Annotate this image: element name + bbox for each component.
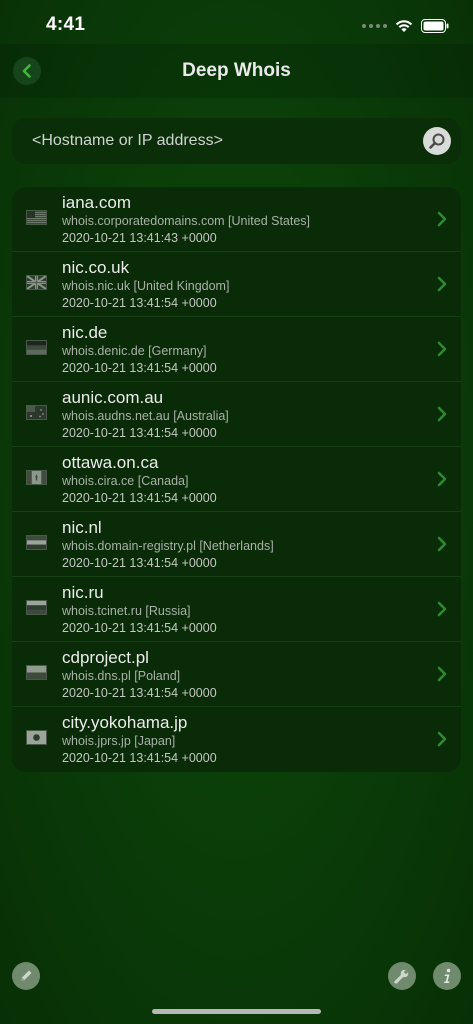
list-item[interactable]: nic.co.uk whois.nic.uk [United Kingdom] … xyxy=(12,252,461,317)
nav-bar: Deep Whois xyxy=(0,44,473,98)
domain-name: aunic.com.au xyxy=(62,388,164,407)
list-item[interactable]: cdproject.pl whois.dns.pl [Poland] 2020-… xyxy=(12,642,461,707)
list-item[interactable]: nic.ru whois.tcinet.ru [Russia] 2020-10-… xyxy=(12,577,461,642)
signal-dots-icon xyxy=(362,24,387,28)
us-flag-icon xyxy=(26,210,47,225)
chevron-right-icon xyxy=(437,601,447,617)
lookup-date: 2020-10-21 13:41:54 +0000 xyxy=(62,361,217,375)
domain-name: nic.ru xyxy=(62,583,104,602)
whois-server: whois.jprs.jp [Japan] xyxy=(62,734,176,748)
list-item[interactable]: city.yokohama.jp whois.jprs.jp [Japan] 2… xyxy=(12,707,461,772)
whois-server: whois.denic.de [Germany] xyxy=(62,344,207,358)
chevron-right-icon xyxy=(437,211,447,227)
search-button[interactable] xyxy=(423,127,451,155)
status-time: 4:41 xyxy=(46,14,86,35)
russia-flag-icon xyxy=(26,600,47,615)
whois-server: whois.nic.uk [United Kingdom] xyxy=(62,279,230,293)
edit-button[interactable] xyxy=(12,962,40,990)
home-indicator xyxy=(152,1009,321,1014)
status-icons xyxy=(362,16,449,36)
chevron-right-icon xyxy=(437,731,447,747)
uk-flag-icon xyxy=(26,275,47,290)
lookup-date: 2020-10-21 13:41:54 +0000 xyxy=(62,686,217,700)
chevron-right-icon xyxy=(437,341,447,357)
poland-flag-icon xyxy=(26,665,47,680)
germany-flag-icon xyxy=(26,340,47,355)
lookup-date: 2020-10-21 13:41:54 +0000 xyxy=(62,621,217,635)
magnifier-icon xyxy=(429,133,445,149)
whois-server: whois.corporatedomains.com [United State… xyxy=(62,214,311,228)
wrench-icon xyxy=(394,969,409,984)
domain-name: cdproject.pl xyxy=(62,648,149,667)
domain-name: iana.com xyxy=(62,193,131,212)
status-bar: 4:41 xyxy=(0,0,473,50)
netherlands-flag-icon xyxy=(26,535,47,550)
list-item[interactable]: iana.com whois.corporatedomains.com [Uni… xyxy=(12,187,461,252)
domain-name: nic.nl xyxy=(62,518,102,537)
whois-server: whois.domain-registry.pl [Netherlands] xyxy=(62,539,274,553)
page-title: Deep Whois xyxy=(182,60,291,81)
whois-server: whois.dns.pl [Poland] xyxy=(62,669,181,683)
list-item[interactable]: nic.nl whois.domain-registry.pl [Netherl… xyxy=(12,512,461,577)
info-icon xyxy=(444,968,451,983)
list-item[interactable]: aunic.com.au whois.audns.net.au [Austral… xyxy=(12,382,461,447)
wifi-icon xyxy=(395,20,413,32)
lookup-date: 2020-10-21 13:41:54 +0000 xyxy=(62,556,217,570)
domain-name: city.yokohama.jp xyxy=(62,713,188,732)
list-item[interactable]: nic.de whois.denic.de [Germany] 2020-10-… xyxy=(12,317,461,382)
info-button[interactable] xyxy=(433,962,461,990)
lookup-date: 2020-10-21 13:41:43 +0000 xyxy=(62,231,217,245)
battery-icon xyxy=(421,19,449,33)
whois-server: whois.tcinet.ru [Russia] xyxy=(62,604,191,618)
list-item[interactable]: ottawa.on.ca whois.cira.ce [Canada] 2020… xyxy=(12,447,461,512)
domain-name: nic.co.uk xyxy=(62,258,130,277)
whois-server: whois.audns.net.au [Australia] xyxy=(62,409,229,423)
chevron-right-icon xyxy=(437,406,447,422)
whois-server: whois.cira.ce [Canada] xyxy=(62,474,189,488)
chevron-right-icon xyxy=(437,536,447,552)
domain-name: ottawa.on.ca xyxy=(62,453,159,472)
history-list: iana.com whois.corporatedomains.com [Uni… xyxy=(12,187,461,772)
domain-name: nic.de xyxy=(62,323,108,342)
japan-flag-icon xyxy=(26,730,47,745)
chevron-right-icon xyxy=(437,666,447,682)
lookup-date: 2020-10-21 13:41:54 +0000 xyxy=(62,751,217,765)
lookup-date: 2020-10-21 13:41:54 +0000 xyxy=(62,426,217,440)
search-input[interactable]: <Hostname or IP address> xyxy=(32,118,412,164)
pencil-icon xyxy=(21,970,32,981)
australia-flag-icon xyxy=(26,405,47,420)
search-bar: <Hostname or IP address> xyxy=(12,118,461,164)
chevron-right-icon xyxy=(437,276,447,292)
settings-button[interactable] xyxy=(388,962,416,990)
lookup-date: 2020-10-21 13:41:54 +0000 xyxy=(62,296,217,310)
chevron-right-icon xyxy=(437,471,447,487)
lookup-date: 2020-10-21 13:41:54 +0000 xyxy=(62,491,217,505)
canada-flag-icon xyxy=(26,470,47,485)
